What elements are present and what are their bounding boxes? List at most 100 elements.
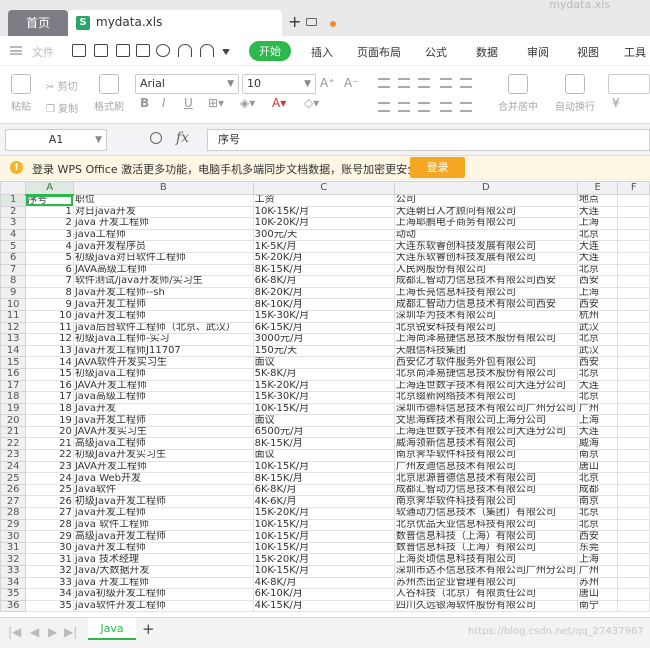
grid-cell[interactable]: 南京 [576,495,619,509]
grid-cell[interactable]: java后台软件工程师（北京、武汉） [72,321,254,335]
grid-cell[interactable]: 上海 [576,217,619,230]
row-header[interactable]: 12 [0,321,27,335]
grid-cell[interactable]: 北京 [576,333,619,346]
column-header-c[interactable]: C [252,181,395,195]
row-header[interactable]: 15 [0,356,27,369]
row-header[interactable]: 29 [0,518,27,532]
align-left-icon[interactable] [378,102,390,112]
clear-format-icon[interactable]: ◇▾ [304,96,319,110]
column-header-a[interactable]: A [25,181,74,196]
login-button[interactable]: 登录 [410,157,465,178]
grid-cell[interactable]: 武汉 [576,344,619,358]
italic-button[interactable]: I [162,96,166,110]
grid-cell[interactable]: 27 [25,507,74,520]
grid-cell[interactable]: 上海耶鹏电子商务有限公司 [393,217,578,230]
grid-cell[interactable]: 上海连世数字技术有限公司大连分公司 [393,425,578,439]
grid-cell[interactable] [617,217,650,230]
grid-cell[interactable]: 8K-15K/月 [252,472,395,485]
grid-cell[interactable]: 成都汇智动力信息技术有限公司西安 [393,298,578,311]
grid-cell[interactable]: 大连朝日人才顾问有限公司 [393,205,578,219]
grid-cell[interactable]: 初级Java开发工程师 [72,495,254,509]
grid-cell[interactable]: 16 [25,379,74,393]
grid-cell[interactable]: 5 [25,251,74,265]
hamburger-menu-icon[interactable] [10,46,22,55]
grid-cell[interactable]: 22 [25,449,74,462]
grid-cell[interactable]: 10K-15K/月 [252,460,395,474]
file-menu[interactable]: 文件 [32,44,54,60]
grid-cell[interactable] [617,483,650,497]
grid-cell[interactable]: 6500元/月 [252,425,395,439]
grid-cell[interactable] [617,565,650,578]
grid-cell[interactable] [617,553,650,566]
grid-cell[interactable]: 8K-15K/月 [252,437,395,451]
column-header-d[interactable]: D [393,181,578,195]
paste-button[interactable]: 粘贴 [6,74,36,113]
column-header-f[interactable]: F [617,181,650,195]
grid-cell[interactable]: 初级java工程师 [72,367,254,381]
grid-cell[interactable] [617,379,650,393]
grid-cell[interactable]: 上海炎顷信息科技有限公司 [393,553,578,566]
grid-cell[interactable] [617,367,650,381]
row-header[interactable]: 10 [0,298,27,311]
grid-cell[interactable] [617,205,650,219]
grid-cell[interactable]: 29 [25,530,74,543]
grid-cell[interactable]: 面议 [252,414,395,427]
grid-cell[interactable]: 6K-15K/月 [252,321,395,335]
grid-cell[interactable]: 12 [25,333,74,346]
grid-cell[interactable]: 10K-15K/月 [252,518,395,532]
grid-cell[interactable]: 北京 [576,472,619,485]
undo-icon[interactable] [178,44,192,57]
grid-cell[interactable]: 5K-20K/月 [252,251,395,265]
grid-cell[interactable]: 1K-5K/月 [252,240,395,253]
grid-cell[interactable]: 武汉 [576,321,619,335]
tab-tools[interactable]: 工具 [624,44,646,60]
row-header[interactable]: 36 [0,599,27,613]
column-header-b[interactable]: B [72,181,254,195]
format-painter-button[interactable]: 格式刷 [92,74,126,113]
grid-cell[interactable]: 软件测试/java开发师/实习生 [72,275,254,288]
grid-cell[interactable]: 序号 [25,194,74,207]
grid-cell[interactable]: 6 [25,263,74,277]
grid-cell[interactable] [617,194,650,207]
grid-cell[interactable]: 南京霁华软件科技有限公司 [393,495,578,509]
grid-cell[interactable]: 7 [25,275,74,288]
grid-cell[interactable] [617,263,650,277]
grid-cell[interactable]: 深圳市达不信息技术有限公司广州分公司 [393,565,578,578]
grid-cell[interactable] [617,356,650,369]
first-sheet-icon[interactable]: |◀ [8,625,21,639]
grid-cell[interactable]: 1 [25,205,74,219]
row-header[interactable]: 24 [0,460,27,474]
grid-cell[interactable]: JAVA高级工程师 [72,263,254,277]
grid-cell[interactable]: java 软件工程师 [72,518,254,532]
grid-cell[interactable] [617,228,650,242]
grid-cell[interactable] [617,425,650,439]
grid-cell[interactable]: 高级java工程师 [72,437,254,451]
grid-cell[interactable]: 广州 [576,402,619,416]
grid-cell[interactable] [617,298,650,311]
function-icon[interactable]: fx [176,130,189,146]
grid-cell[interactable] [617,530,650,543]
redo-icon[interactable] [200,44,214,57]
grid-cell[interactable]: JAVA开发工程师 [72,460,254,474]
grid-cell[interactable]: 威海领新信息技术有限公司 [393,437,578,451]
grid-cell[interactable]: 苏州 [576,576,619,590]
increase-font-icon[interactable]: A⁺ [320,76,335,90]
grid-cell[interactable]: 6K-8K/月 [252,275,395,288]
grid-cell[interactable] [617,588,650,601]
grid-cell[interactable]: java 开发工程师 [72,217,254,230]
grid-cell[interactable]: 数普信息科技（上海）有限公司 [393,530,578,543]
row-header[interactable]: 19 [0,402,27,416]
grid-cell[interactable]: 6K-10K/月 [252,588,395,601]
grid-cell[interactable]: 4K-15K/月 [252,599,395,613]
grid-cell[interactable]: 大连东软睿创科技发展有限公司 [393,251,578,265]
spreadsheet-grid[interactable]: ABCDEF 1 序号 职位 工资 公司 地点 2 1 对日java开发 10K-15K/月 大连朝… [0,181,650,617]
grid-cell[interactable]: 大连 [576,240,619,253]
font-name-select[interactable]: Arial ▼ [135,74,239,94]
grid-cell[interactable]: 15 [25,367,74,381]
grid-cell[interactable]: 广州友迪信息技术有限公司 [393,460,578,474]
grid-cell[interactable] [617,507,650,520]
row-header[interactable]: 2 [0,205,27,219]
grid-cell[interactable]: 西安 [576,275,619,288]
grid-cell[interactable]: 20 [25,425,74,439]
grid-cell[interactable]: 高级java开发工程师 [72,530,254,543]
